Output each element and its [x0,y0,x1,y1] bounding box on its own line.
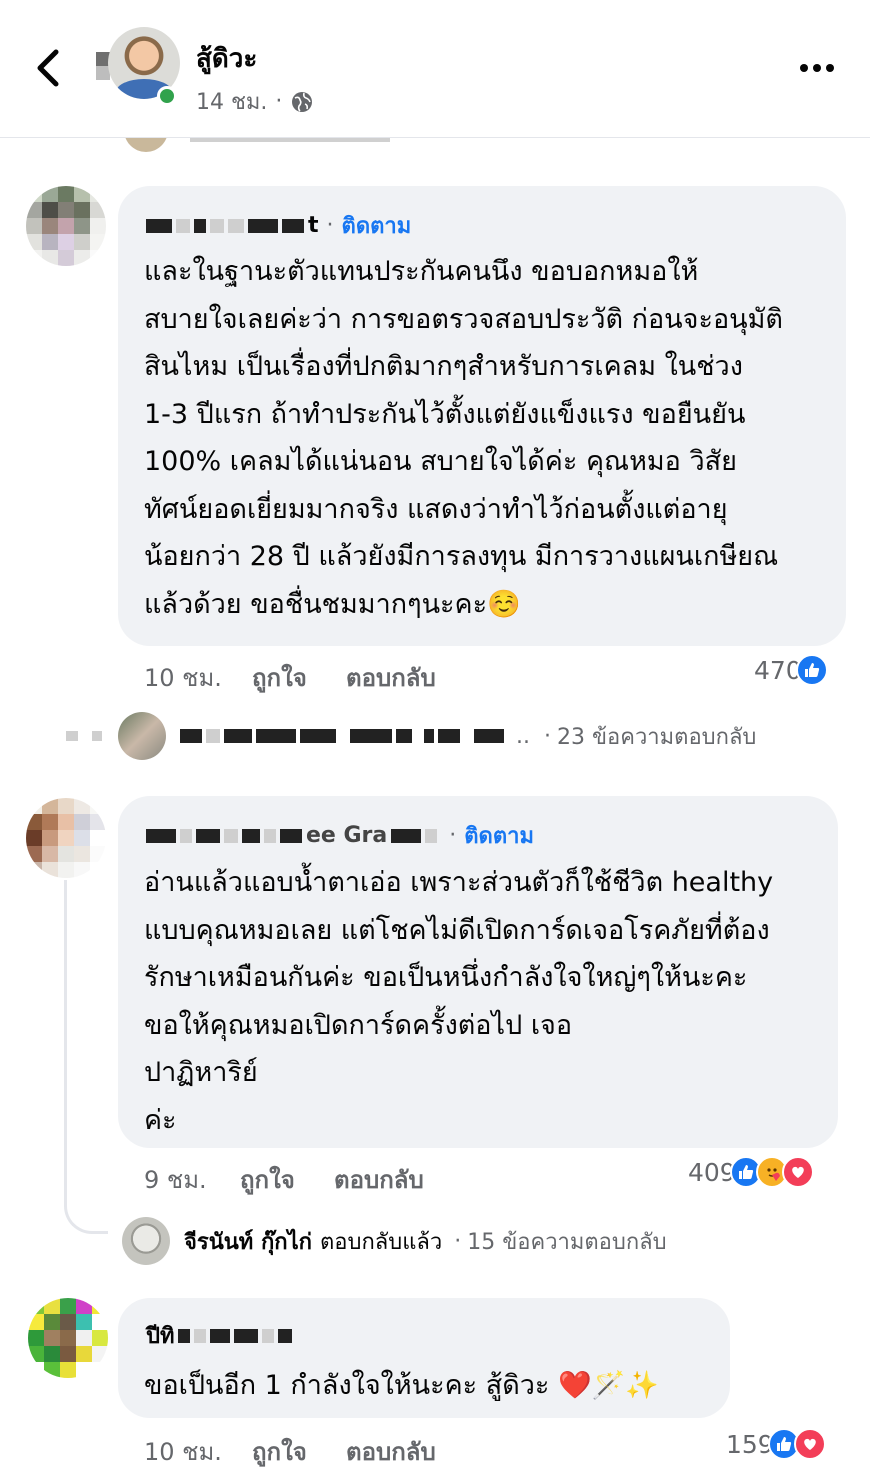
reaction-count: 470 [754,655,802,685]
comment-time[interactable]: 10 ชม. [144,1432,252,1471]
love-reaction-icon [781,1156,814,1188]
globe-icon [292,91,313,112]
follow-button[interactable]: ติดตาม [342,208,412,243]
comment-actions: 10 ชม. ถูกใจ ตอบกลับ [144,1432,436,1471]
reaction-summary[interactable]: 470 [754,654,828,686]
post-meta: 14 ชม. · [196,84,314,119]
reply-count: 23 ข้อความตอบกลับ [557,724,757,750]
reaction-count: 409 [688,1157,736,1187]
reaction-summary[interactable]: 159 [726,1428,826,1460]
reply-author: จีรนันท์ กุ๊กไก่ [184,1229,312,1255]
author-visible-text: ee Gra [306,823,388,848]
comment-text: ขอเป็นอีก 1 กำลังใจให้นะคะ สู้ดิวะ ❤️🪄✨ [144,1370,659,1401]
comment-actions: 9 ชม. ถูกใจ ตอบกลับ [144,1160,424,1199]
reply-ellipsis: .. [516,723,530,749]
reaction-count: 159 [726,1429,774,1459]
online-status-dot [157,86,177,106]
reply-button[interactable]: ตอบกลับ [334,1160,424,1199]
love-reaction-icon [793,1428,826,1460]
reply-summary[interactable]: .. · 23 ข้อความตอบกลับ [66,712,756,760]
reply-count: 15 ข้อความตอบกลับ [467,1229,667,1255]
post-time[interactable]: 14 ชม. [196,84,267,119]
emoji: ❤️🪄✨ [558,1370,659,1401]
comment-actions: 10 ชม. ถูกใจ ตอบกลับ [144,658,436,697]
back-button[interactable] [30,46,70,90]
comment-author[interactable]: ปีทิ [146,1318,296,1353]
author-visible-text: t [308,213,319,238]
author-visible-text: ปีทิ [146,1324,175,1349]
more-options-button[interactable] [800,58,844,78]
commenter-avatar[interactable] [26,798,106,878]
comment-time[interactable]: 10 ชม. [144,658,252,697]
meta-separator: · [275,89,283,114]
name-separator: · [326,213,334,238]
reply-avatar [118,712,166,760]
reply-avatar [122,1217,170,1265]
reply-separator: · [454,1228,462,1254]
post-header: สู้ดิวะ 14 ชม. · [0,0,870,138]
reply-action: ตอบกลับแล้ว [319,1229,443,1255]
reply-separator: · [544,723,551,749]
reply-button[interactable]: ตอบกลับ [346,1432,436,1471]
emoji: ☺️ [487,588,521,620]
comment-author[interactable]: ee Gra · ติดตาม [146,818,534,853]
name-separator: · [449,823,457,848]
more-horizontal-icon [800,64,808,72]
follow-button[interactable]: ติดตาม [464,818,534,853]
comment-author[interactable]: t · ติดตาม [146,208,411,243]
page-title[interactable]: สู้ดิวะ [196,38,257,79]
commenter-avatar[interactable] [26,186,106,266]
comment-text: อ่านแล้วแอบน้ำตาเอ่อ เพราะส่วนตัวก็ใช้ชี… [144,867,774,1136]
like-button[interactable]: ถูกใจ [240,1160,334,1199]
previous-comment-edge [120,138,420,154]
reaction-summary[interactable]: 409 [688,1156,814,1188]
like-button[interactable]: ถูกใจ [252,658,346,697]
commenter-avatar[interactable] [28,1298,108,1378]
comment-text: และในฐานะตัวแทนประกันคนนึง ขอบอกหมอให้ ส… [144,256,783,620]
like-button[interactable]: ถูกใจ [252,1432,346,1471]
thread-connector [64,880,108,1234]
like-reaction-icon [795,654,828,686]
chevron-left-icon [37,49,59,87]
comment-time[interactable]: 9 ชม. [144,1160,240,1199]
reply-button[interactable]: ตอบกลับ [346,658,436,697]
reply-summary[interactable]: จีรนันท์ กุ๊กไก่ ตอบกลับแล้ว · 15 ข้อควา… [122,1217,667,1265]
